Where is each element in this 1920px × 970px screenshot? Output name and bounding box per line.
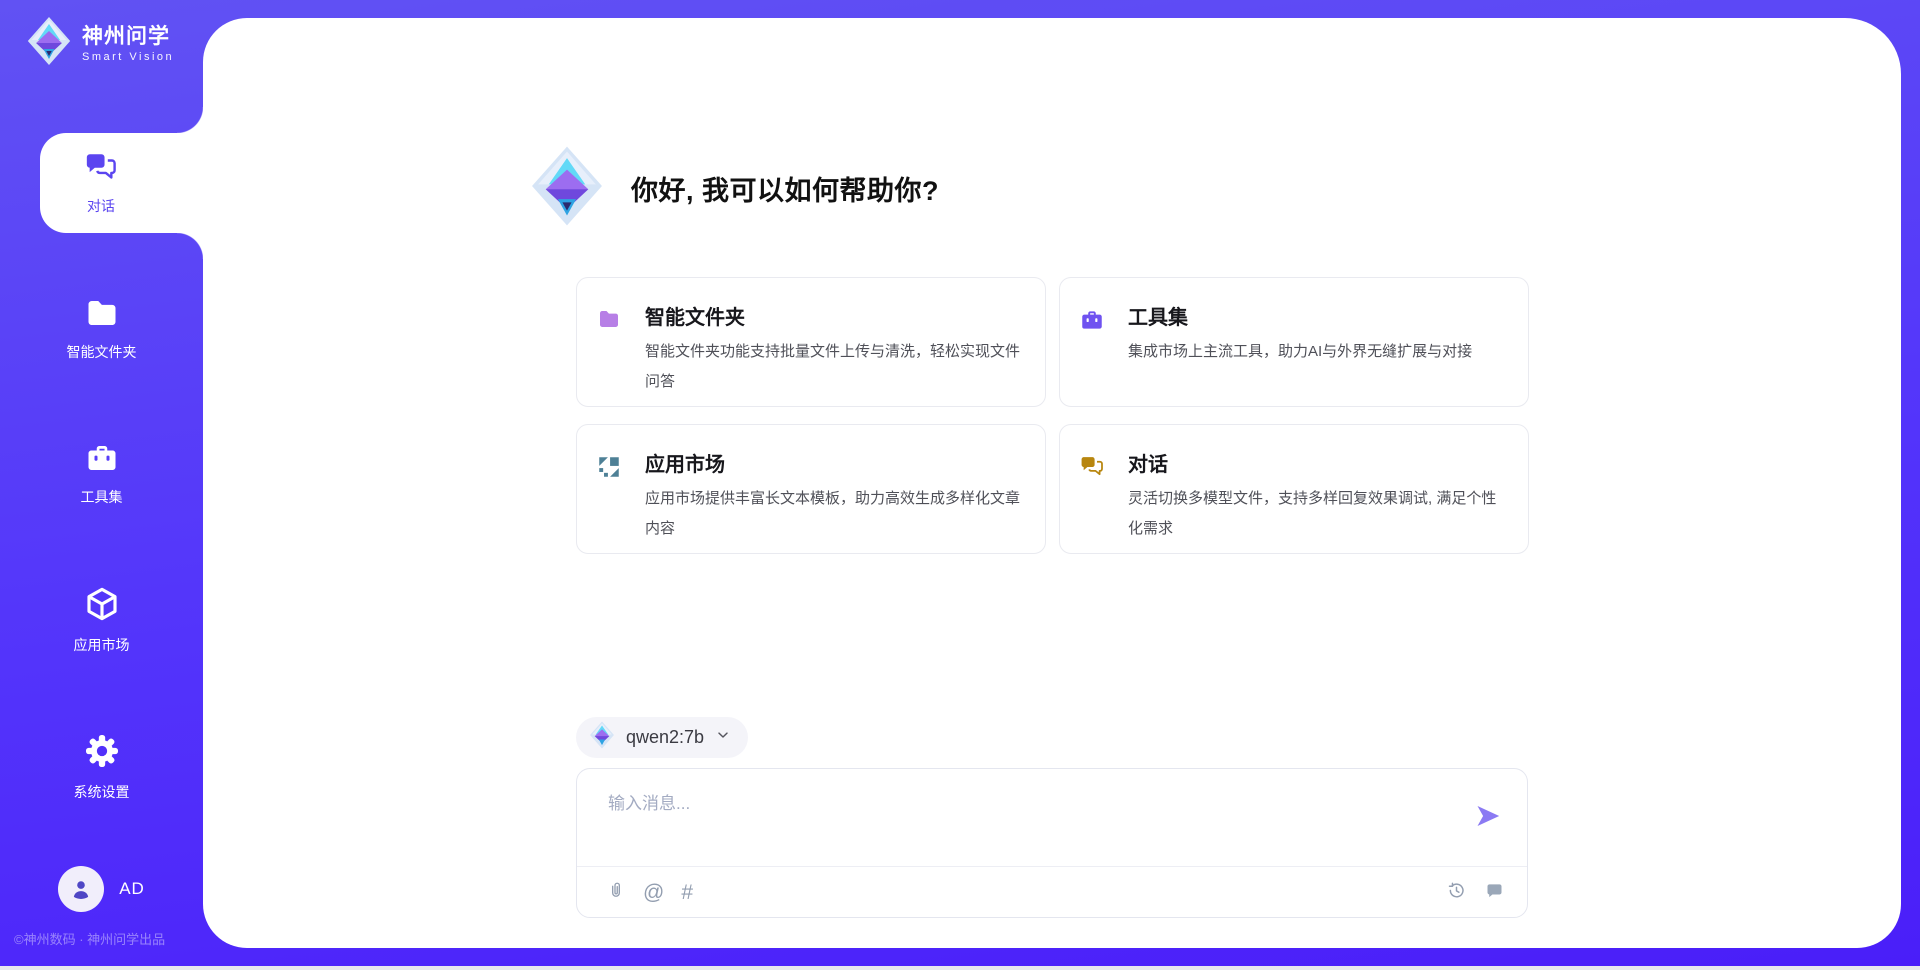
card-title: 应用市场 bbox=[645, 453, 1023, 477]
feature-cards: 智能文件夹 智能文件夹功能支持批量文件上传与清洗，轻松实现文件问答 工具集 bbox=[576, 277, 1528, 554]
hashtag-button[interactable]: # bbox=[681, 882, 693, 903]
card-description: 集成市场上主流工具，助力AI与外界无缝扩展与对接 bbox=[1128, 337, 1506, 367]
card-description: 智能文件夹功能支持批量文件上传与清洗，轻松实现文件问答 bbox=[645, 337, 1023, 397]
paperclip-icon bbox=[606, 879, 626, 905]
greeting-title: 你好, 我可以如何帮助你? bbox=[631, 169, 939, 208]
card-title: 工具集 bbox=[1128, 306, 1506, 330]
toolbox-icon bbox=[83, 440, 121, 476]
chat-icon bbox=[82, 150, 120, 187]
chevron-down-icon bbox=[715, 727, 731, 748]
sidebar-item-label: 工具集 bbox=[81, 487, 123, 507]
card-chat[interactable]: 对话 灵活切换多模型文件，支持多样回复效果调试, 满足个性化需求 bbox=[1059, 424, 1529, 554]
sidebar-item-label: 应用市场 bbox=[74, 635, 130, 655]
diamond-logo-icon bbox=[529, 145, 605, 232]
folder-icon bbox=[82, 295, 122, 331]
toolbox-icon bbox=[1078, 307, 1108, 406]
new-chat-button[interactable] bbox=[1484, 880, 1505, 905]
sidebar-item-toolset[interactable]: 工具集 bbox=[0, 440, 203, 507]
history-icon bbox=[1446, 880, 1467, 905]
hash-icon: # bbox=[681, 882, 693, 903]
card-app-market[interactable]: 应用市场 应用市场提供丰富长文本模板，助力高效生成多样化文章内容 bbox=[576, 424, 1046, 554]
composer-toolbar: @ # bbox=[577, 866, 1527, 917]
brand-logo: 神州问学 Smart Vision bbox=[26, 16, 174, 71]
sidebar-item-label: 系统设置 bbox=[74, 782, 130, 802]
window-bottom-edge bbox=[0, 966, 1920, 970]
card-title: 智能文件夹 bbox=[645, 306, 1023, 330]
sidebar-item-label: 对话 bbox=[87, 196, 115, 216]
sidebar-item-app-market[interactable]: 应用市场 bbox=[0, 584, 203, 655]
gear-icon bbox=[82, 731, 122, 771]
cube-icon bbox=[82, 584, 122, 624]
sidebar-footer: ©神州数码 · 神州问学出品 bbox=[14, 929, 165, 948]
card-toolset[interactable]: 工具集 集成市场上主流工具，助力AI与外界无缝扩展与对接 bbox=[1059, 277, 1529, 407]
card-description: 灵活切换多模型文件，支持多样回复效果调试, 满足个性化需求 bbox=[1128, 484, 1506, 544]
message-composer: @ # bbox=[576, 768, 1528, 918]
sidebar-item-settings[interactable]: 系统设置 bbox=[0, 731, 203, 802]
message-input[interactable] bbox=[608, 789, 1473, 855]
comment-icon bbox=[1484, 880, 1505, 905]
sidebar-item-smart-folder[interactable]: 智能文件夹 bbox=[0, 295, 203, 362]
card-smart-folder[interactable]: 智能文件夹 智能文件夹功能支持批量文件上传与清洗，轻松实现文件问答 bbox=[576, 277, 1046, 407]
user-profile[interactable]: AD bbox=[0, 866, 203, 912]
model-name: qwen2:7b bbox=[626, 727, 704, 748]
card-description: 应用市场提供丰富长文本模板，助力高效生成多样化文章内容 bbox=[645, 484, 1023, 544]
sidebar-item-chat[interactable]: 对话 bbox=[40, 133, 203, 233]
grid-icon bbox=[595, 454, 625, 553]
mention-button[interactable]: @ bbox=[643, 882, 664, 903]
avatar bbox=[58, 866, 104, 912]
diamond-logo-icon bbox=[26, 16, 72, 71]
folder-icon bbox=[595, 307, 625, 406]
card-title: 对话 bbox=[1128, 453, 1506, 477]
main-content-panel: 你好, 我可以如何帮助你? 智能文件夹 智能文件夹功能支持批量文件上传与清洗，轻… bbox=[203, 18, 1901, 948]
user-name: AD bbox=[119, 879, 145, 899]
brand-name: 神州问学 bbox=[82, 24, 174, 49]
greeting: 你好, 我可以如何帮助你? bbox=[529, 145, 1528, 232]
sidebar-item-label: 智能文件夹 bbox=[67, 342, 137, 362]
diamond-logo-icon bbox=[589, 721, 615, 754]
model-selector[interactable]: qwen2:7b bbox=[576, 717, 748, 758]
at-icon: @ bbox=[643, 882, 664, 903]
attach-file-button[interactable] bbox=[606, 879, 626, 905]
brand-subtitle: Smart Vision bbox=[82, 51, 174, 63]
sidebar: 神州问学 Smart Vision 对话 智能文件夹 bbox=[0, 0, 203, 970]
send-button[interactable] bbox=[1473, 802, 1503, 832]
history-button[interactable] bbox=[1446, 880, 1467, 905]
chat-icon bbox=[1078, 454, 1108, 553]
